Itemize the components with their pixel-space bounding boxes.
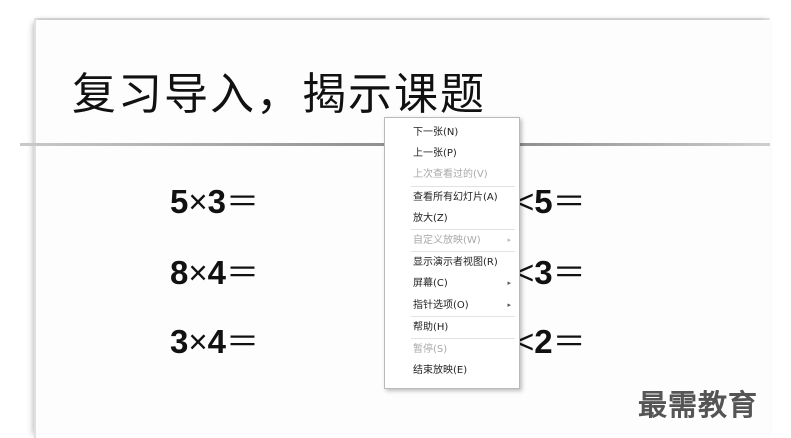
menu-item-pause: 暂停(S) xyxy=(385,339,519,360)
equation-operand: 3 xyxy=(170,323,189,360)
menu-item-next[interactable]: 下一张(N) xyxy=(385,122,519,143)
equation-right-3: <2＝ xyxy=(515,325,586,358)
menu-item-label: 放大(Z) xyxy=(413,212,448,224)
equation-left-1: 5×3＝ xyxy=(170,185,259,218)
equation-operator: × xyxy=(188,323,208,360)
menu-item-label: 帮助(H) xyxy=(413,321,449,333)
menu-item-label: 查看所有幻灯片(A) xyxy=(413,191,498,203)
menu-item-end-show[interactable]: 结束放映(E) xyxy=(385,360,519,381)
menu-item-presenter-view[interactable]: 显示演示者视图(R) xyxy=(385,252,519,273)
equation-left-2: 8×4＝ xyxy=(170,256,259,289)
submenu-arrow-icon: ▸ xyxy=(507,279,511,288)
equation-equals: ＝ xyxy=(226,323,259,360)
equation-operand: 4 xyxy=(207,323,226,360)
watermark-logo: 最需教育 xyxy=(638,388,759,422)
equation-operand: 8 xyxy=(170,254,189,291)
menu-item-label: 下一张(N) xyxy=(413,127,459,138)
equation-equals: ＝ xyxy=(552,323,586,360)
menu-item-last-viewed: 上次查看过的(V) xyxy=(385,164,519,185)
menu-item-label: 结束放映(E) xyxy=(413,365,468,377)
menu-item-screen[interactable]: 屏幕(C) ▸ xyxy=(385,273,519,294)
menu-item-label: 上一张(P) xyxy=(413,148,457,160)
menu-item-pointer-options[interactable]: 指针选项(O) ▸ xyxy=(385,295,519,316)
equation-operand: 3 xyxy=(207,183,226,220)
equation-equals: ＝ xyxy=(552,254,586,291)
menu-item-label: 上次查看过的(V) xyxy=(413,169,488,181)
menu-item-see-all-slides[interactable]: 查看所有幻灯片(A) xyxy=(385,187,519,208)
equation-right-2: <3＝ xyxy=(515,256,586,289)
title-underline-right xyxy=(520,143,770,146)
menu-item-label: 显示演示者视图(R) xyxy=(413,257,498,269)
equation-right-1: <5＝ xyxy=(515,185,586,218)
title-underline xyxy=(20,143,385,146)
equation-operator: × xyxy=(188,254,208,291)
menu-item-label: 暂停(S) xyxy=(413,343,448,355)
slideshow-context-menu: 下一张(N) 上一张(P) 上次查看过的(V) 查看所有幻灯片(A) 放大(Z)… xyxy=(384,117,520,389)
slide-title: 复习导入，揭示课题 xyxy=(72,69,486,120)
equation-operator: × xyxy=(188,183,208,220)
equation-equals: ＝ xyxy=(226,183,259,220)
equation-left-3: 3×4＝ xyxy=(170,325,259,358)
equation-operand: 2 xyxy=(534,323,553,360)
menu-item-previous[interactable]: 上一张(P) xyxy=(385,143,519,164)
equation-equals: ＝ xyxy=(226,254,259,291)
equation-operand: 5 xyxy=(170,183,189,220)
menu-item-label: 指针选项(O) xyxy=(413,299,469,311)
slide-left-edge xyxy=(34,18,36,438)
menu-item-custom-show: 自定义放映(W) ▸ xyxy=(385,230,519,251)
submenu-arrow-icon: ▸ xyxy=(507,300,511,309)
menu-item-label: 屏幕(C) xyxy=(413,278,448,290)
equation-operand: 3 xyxy=(534,254,553,291)
equation-operand: 4 xyxy=(207,254,226,291)
menu-item-label: 自定义放映(W) xyxy=(413,234,481,246)
equation-equals: ＝ xyxy=(552,183,586,220)
submenu-arrow-icon: ▸ xyxy=(507,235,511,244)
menu-item-zoom[interactable]: 放大(Z) xyxy=(385,208,519,229)
equation-operand: 5 xyxy=(534,183,553,220)
menu-item-help[interactable]: 帮助(H) xyxy=(385,317,519,338)
